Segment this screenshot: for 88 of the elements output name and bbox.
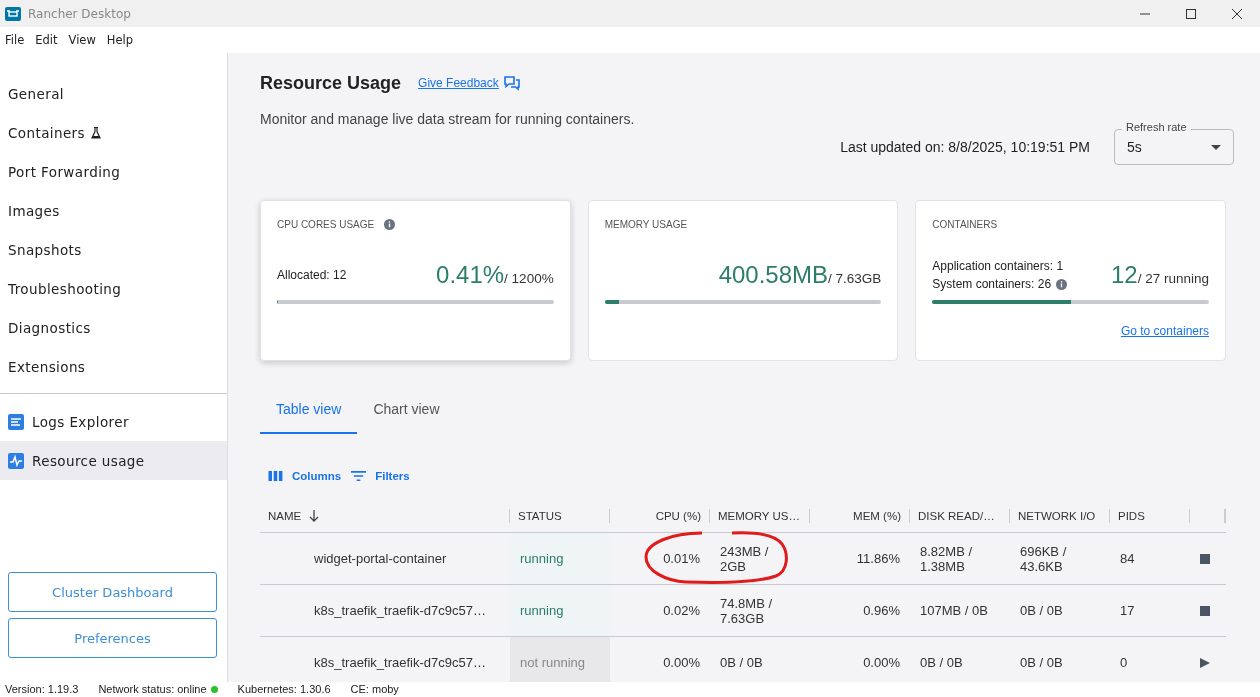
column-header[interactable]: PIDS <box>1118 509 1145 522</box>
card-title: MEMORY USAGE <box>604 219 688 230</box>
menu-item[interactable]: File <box>5 33 25 47</box>
column-header[interactable]: MEMORY US… <box>718 509 800 522</box>
table-cell: 17 <box>1120 603 1135 618</box>
table-cell: 0.01% <box>663 551 700 566</box>
menu-item[interactable]: Edit <box>35 33 58 47</box>
flask-icon <box>91 126 101 139</box>
app-logo-icon <box>5 5 21 22</box>
view-tab[interactable]: Table view <box>260 389 358 434</box>
filters-button[interactable]: Filters <box>351 466 410 486</box>
table-cell: 0.00% <box>863 655 900 670</box>
sort-down-icon[interactable] <box>309 509 320 522</box>
info-icon <box>384 219 396 230</box>
pulse-icon <box>8 452 24 469</box>
card-detail: Allocated: 12 <box>277 268 347 282</box>
table-cell: 0B / 0B <box>920 655 963 670</box>
column-header[interactable]: NETWORK I/O <box>1018 509 1096 522</box>
column-header[interactable]: DISK READ/… <box>918 509 995 522</box>
table-cell: 0.00% <box>663 655 700 670</box>
go-to-containers-link[interactable]: Go to containers <box>1120 324 1209 338</box>
columns-button[interactable]: Columns <box>268 466 342 486</box>
table-cell: 11.86% <box>856 551 900 566</box>
nav-item[interactable]: Containers <box>0 113 227 152</box>
status-item: Network status: online <box>98 682 207 697</box>
table-cell: 0B / 0B <box>720 655 763 670</box>
table-cell: 0.96% <box>863 603 900 618</box>
status-text: running <box>520 603 564 618</box>
table-cell: 84 <box>1120 551 1135 566</box>
stop-icon[interactable] <box>1200 605 1210 616</box>
chat-icon[interactable] <box>503 75 520 91</box>
usage-value: 0.41%/ 1200% <box>436 261 554 289</box>
column-header[interactable]: MEM (%) <box>853 509 901 522</box>
field-label: Refresh rate <box>1122 121 1191 133</box>
usage-value: 400.58MB/ 7.63GB <box>718 261 882 289</box>
nav-item[interactable]: Logs Explorer <box>0 402 227 441</box>
card-detail: System containers: 26 <box>932 277 1052 291</box>
table-cell: 0.02% <box>663 603 700 618</box>
filter-icon <box>351 470 367 482</box>
stop-icon[interactable] <box>1200 553 1210 564</box>
container-name: k8s_traefik_traefik-d7c9c57… <box>314 603 486 618</box>
status-item: CE: moby <box>350 682 399 697</box>
table-cell: 0B / 0B <box>1020 603 1063 618</box>
nav-item[interactable]: Snapshots <box>0 230 227 269</box>
maximize-icon[interactable] <box>1186 8 1196 19</box>
container-name: k8s_traefik_traefik-d7c9c57… <box>314 655 486 670</box>
container-name: widget-portal-container <box>314 551 447 566</box>
menu-item[interactable]: View <box>68 33 96 47</box>
card-detail: Application containers: 1 <box>932 259 1064 273</box>
columns-icon <box>268 470 283 482</box>
last-updated-text: Last updated on: 8/8/2025, 10:19:51 PM <box>840 139 1090 155</box>
status-item: Version: 1.19.3 <box>5 682 79 697</box>
sidebar-button[interactable]: Preferences <box>8 618 217 658</box>
table-cell-text: 243MB / 2GB <box>720 543 770 574</box>
card-title: CPU CORES USAGE <box>277 219 375 230</box>
nav-item[interactable]: Extensions <box>0 347 227 386</box>
info-icon <box>1056 278 1068 290</box>
table-cell: 0B / 0B <box>1020 655 1063 670</box>
feedback-link[interactable]: Give Feedback <box>418 76 499 90</box>
card-title: CONTAINERS <box>932 219 998 230</box>
column-header[interactable]: NAME <box>268 509 302 522</box>
nav-item[interactable]: Troubleshooting <box>0 269 227 308</box>
table-cell: 107MB / 0B <box>920 603 988 618</box>
menu-item[interactable]: Help <box>106 33 134 47</box>
nav-item[interactable]: Diagnostics <box>0 308 227 347</box>
column-header[interactable]: CPU (%) <box>655 509 701 522</box>
page-title: Resource Usage <box>260 72 402 94</box>
nav-item[interactable]: General <box>0 74 227 113</box>
status-item: Kubernetes: 1.30.6 <box>237 682 331 697</box>
nav-item[interactable]: Resource usage <box>0 441 227 480</box>
nav-item[interactable]: Port Forwarding <box>0 152 227 191</box>
table-cell: 0 <box>1120 655 1128 670</box>
caret-icon[interactable] <box>1211 144 1221 150</box>
table-cell-text: 8.82MB / 1.38MB <box>920 543 974 574</box>
close-icon[interactable] <box>1232 8 1242 19</box>
table-cell-text: 696KB / 43.6KB <box>1020 543 1068 574</box>
list-icon <box>8 413 24 430</box>
status-text: not running <box>520 655 586 670</box>
usage-value: 12/ 27 running <box>1110 261 1209 289</box>
table-cell-text: 74.8MB / 7.63GB <box>720 595 774 626</box>
online-dot <box>210 686 218 693</box>
play-icon[interactable] <box>1200 657 1210 668</box>
column-header[interactable]: STATUS <box>518 509 562 522</box>
nav-item[interactable]: Images <box>0 191 227 230</box>
status-text: running <box>520 551 564 566</box>
view-tab[interactable]: Chart view <box>357 389 456 434</box>
sidebar-button[interactable]: Cluster Dashboard <box>8 572 217 612</box>
window-title: Rancher Desktop <box>28 6 131 21</box>
